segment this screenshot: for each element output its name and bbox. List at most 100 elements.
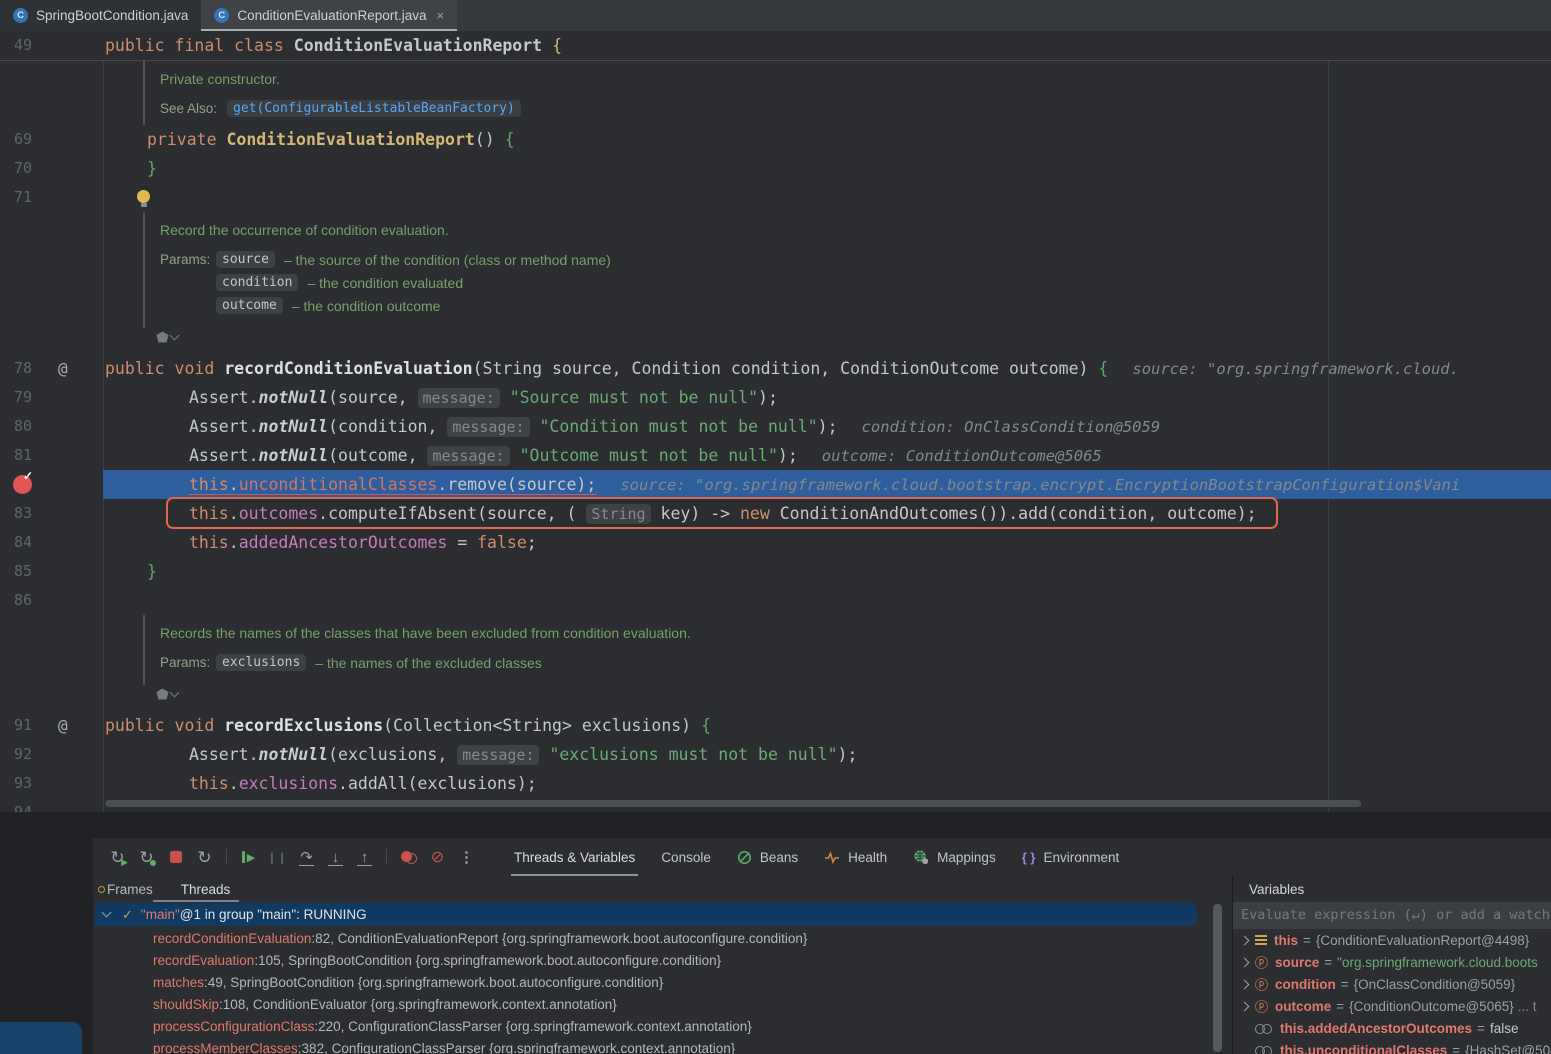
view-breakpoints-icon[interactable]: [395, 844, 422, 870]
variable-row[interactable]: this.unconditionalClasses={HashSet@504: [1233, 1039, 1551, 1054]
stack-frame-row[interactable]: recordEvaluation:105, SpringBootConditio…: [93, 950, 1232, 972]
refresh-icon[interactable]: ↻: [191, 844, 218, 870]
line-number[interactable]: 93: [14, 769, 32, 798]
mute-breakpoints-icon[interactable]: ⊘: [424, 844, 451, 870]
stack-frame-row[interactable]: processMemberClasses:382, ConfigurationC…: [93, 1038, 1232, 1054]
param-description: – the source of the condition (class or …: [284, 252, 611, 268]
stack-frame-row[interactable]: shouldSkip:108, ConditionEvaluator {org.…: [93, 994, 1232, 1016]
line-number[interactable]: 79: [14, 383, 32, 412]
editor-tab-bar: CSpringBootCondition.javaCConditionEvalu…: [0, 0, 1551, 31]
tab-mappings[interactable]: Mappings: [900, 838, 1009, 876]
docs-render-toggle-icon[interactable]: [156, 331, 178, 344]
annotation-gutter-icon[interactable]: @: [58, 354, 68, 383]
chevron-down-icon[interactable]: [102, 908, 112, 918]
line-number[interactable]: 92: [14, 740, 32, 769]
line-number[interactable]: 78: [14, 354, 32, 383]
docs-render-toggle-icon[interactable]: [156, 688, 178, 701]
close-icon[interactable]: ×: [436, 8, 444, 23]
variable-row[interactable]: this.addedAncestorOutcomes=false: [1233, 1017, 1551, 1039]
line-number[interactable]: 85: [14, 557, 32, 586]
code-line-49: 49public final class ConditionEvaluation…: [0, 31, 1551, 60]
tab-console[interactable]: Console: [648, 838, 724, 876]
variable-name: source: [1275, 955, 1319, 970]
javadoc-block: Private constructor.See Also:get(Configu…: [143, 61, 1551, 125]
line-number[interactable]: 49: [14, 31, 32, 60]
variable-row[interactable]: poutcome={ConditionOutcome@5065}... t: [1233, 995, 1551, 1017]
stack-frame-row[interactable]: matches:49, SpringBootCondition {org.spr…: [93, 972, 1232, 994]
step-into-icon[interactable]: ↓: [322, 844, 349, 870]
code-text: this.unconditionalClasses.remove(source)…: [189, 470, 1460, 500]
code-editor[interactable]: 49public final class ConditionEvaluation…: [0, 31, 1551, 812]
step-over-icon[interactable]: ↷: [293, 844, 320, 870]
breakpoint-icon[interactable]: [13, 475, 32, 494]
inline-debugger-hint: outcome: ConditionOutcome@5065: [822, 447, 1102, 465]
line-number[interactable]: 91: [14, 711, 32, 740]
subtab-frames[interactable]: Frames: [107, 882, 153, 897]
chevron-right-icon[interactable]: [1240, 957, 1250, 967]
ide-window: CSpringBootCondition.javaCConditionEvalu…: [0, 0, 1551, 1054]
chevron-right-icon[interactable]: [1240, 979, 1250, 989]
frame-location: :49, SpringBootCondition {org.springfram…: [204, 975, 663, 990]
code-line-93: 93this.exclusions.addAll(exclusions);: [0, 769, 1551, 798]
file-tab-SpringBootCondition.java[interactable]: CSpringBootCondition.java: [0, 0, 201, 31]
line-number[interactable]: 83: [14, 499, 32, 528]
line-number[interactable]: 84: [14, 528, 32, 557]
equals-sign: =: [1341, 977, 1349, 992]
parameter-icon: p: [1255, 978, 1268, 991]
chevron-right-icon[interactable]: [1240, 935, 1250, 945]
variable-row[interactable]: psource="org.springframework.cloud.boots: [1233, 951, 1551, 973]
file-tab-ConditionEvaluationReport.java[interactable]: CConditionEvaluationReport.java×: [201, 0, 457, 31]
intention-bulb-icon[interactable]: [137, 190, 150, 203]
equals-sign: =: [1303, 933, 1311, 948]
line-number[interactable]: 70: [14, 154, 32, 183]
thread-row[interactable]: ✓ "main" @1 in group "main": RUNNING: [95, 903, 1197, 926]
stack-frame-row[interactable]: recordConditionEvaluation:82, ConditionE…: [93, 928, 1232, 950]
line-number[interactable]: 86: [14, 586, 32, 615]
param-name-chip: condition: [216, 274, 298, 291]
variables-header: Variables: [1233, 876, 1551, 902]
code-line-91: 91@public void recordExclusions(Collecti…: [0, 711, 1551, 740]
restart-debug-icon[interactable]: ↻: [133, 844, 160, 870]
tab-beans[interactable]: Beans: [724, 838, 811, 876]
line-number[interactable]: 81: [14, 441, 32, 470]
line-number[interactable]: 94: [14, 798, 32, 812]
variable-value: false: [1490, 1021, 1519, 1036]
frame-method: processMemberClasses: [153, 1041, 298, 1054]
horizontal-scrollbar[interactable]: [105, 800, 1361, 807]
more-icon[interactable]: ⋮: [453, 844, 480, 870]
java-class-icon: C: [13, 8, 28, 23]
subtab-threads[interactable]: Threads: [181, 882, 231, 897]
code-text: Assert.notNull(outcome, message: "Outcom…: [189, 441, 1102, 471]
parameter-icon: p: [1255, 956, 1268, 969]
resume-icon[interactable]: ▶: [235, 844, 262, 870]
tab-threads-variables[interactable]: Threads & Variables: [501, 838, 648, 876]
pause-icon[interactable]: ❙❙: [264, 844, 291, 870]
step-out-icon[interactable]: ↑: [351, 844, 378, 870]
variable-row[interactable]: pcondition={OnClassCondition@5059}: [1233, 973, 1551, 995]
line-number[interactable]: 71: [14, 183, 32, 212]
annotation-gutter-icon[interactable]: @: [58, 711, 68, 740]
frames-scrollbar[interactable]: [1213, 904, 1222, 1052]
evaluate-expression-input[interactable]: Evaluate expression (↵) or add a watch: [1233, 902, 1551, 929]
tab-environment[interactable]: { }Environment: [1009, 838, 1133, 876]
javadoc-param-row: condition– the condition evaluated: [160, 274, 1551, 291]
code-line-81: 81 Assert.notNull(outcome, message: "Outc…: [0, 441, 1551, 470]
code-text: Assert.notNull(exclusions, message: "exc…: [189, 740, 857, 770]
see-also-link[interactable]: get(ConfigurableListableBeanFactory): [227, 100, 521, 117]
rerun-icon[interactable]: ↻▶: [104, 844, 131, 870]
equals-sign: =: [1336, 999, 1344, 1014]
tab-health[interactable]: Health: [811, 838, 900, 876]
equals-sign: =: [1324, 955, 1332, 970]
stop-icon[interactable]: [162, 844, 189, 870]
chevron-right-icon[interactable]: [1240, 1001, 1250, 1011]
javadoc-param-row: outcome– the condition outcome: [160, 297, 1551, 314]
frame-location: :382, ConfigurationClassParser {org.spri…: [298, 1041, 736, 1054]
line-number[interactable]: 69: [14, 125, 32, 154]
javadoc-param-row: Params:source– the source of the conditi…: [160, 251, 1551, 268]
thread-name: "main": [141, 907, 180, 922]
line-number[interactable]: 80: [14, 412, 32, 441]
javadoc-text: Records the names of the classes that ha…: [160, 623, 1551, 643]
thread-check-icon: ✓: [122, 907, 133, 923]
stack-frame-row[interactable]: processConfigurationClass:220, Configura…: [93, 1016, 1232, 1038]
variable-row[interactable]: this={ConditionEvaluationReport@4498}: [1233, 929, 1551, 951]
